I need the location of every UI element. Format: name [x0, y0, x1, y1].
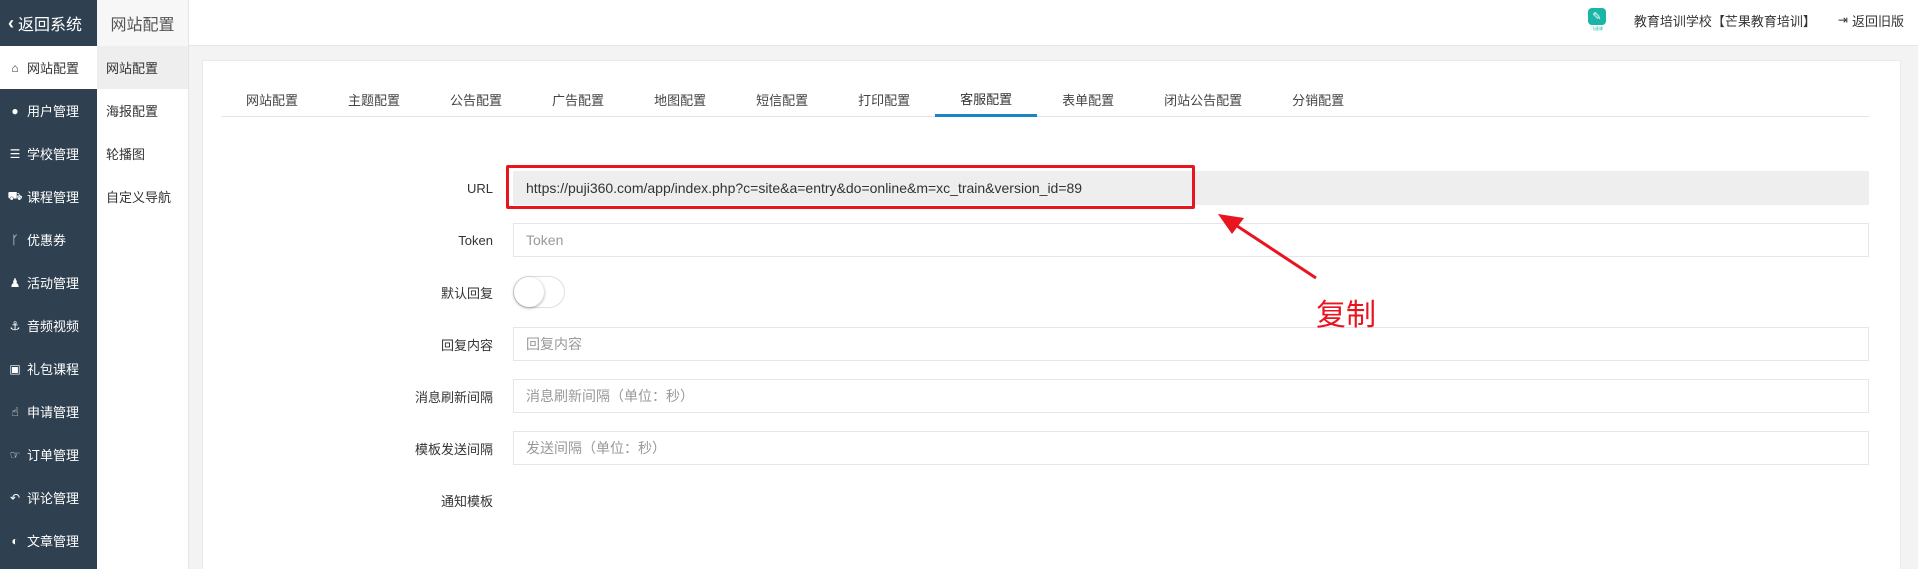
reply-content-label: 回复内容 [440, 337, 493, 353]
sidebar-item-label: 优惠券 [27, 233, 67, 248]
notify-template-row: 通知模板 [203, 483, 1902, 517]
template-interval-label: 模板发送间隔 [414, 441, 493, 457]
sidebar-item-site-config[interactable]: ⌂ 网站配置 [0, 46, 97, 89]
cart-icon: ⛟ [7, 188, 23, 203]
tab-closure-notice-config[interactable]: 闭站公告配置 [1139, 82, 1267, 117]
app-logo: ✎ 飞速课 [1586, 8, 1608, 32]
config-panel: 网站配置 主题配置 公告配置 广告配置 地图配置 短信配置 打印配置 客服配置 … [202, 60, 1901, 569]
return-old-version-label: 返回旧版 [1851, 13, 1904, 29]
sidebar-item-label: 礼包课程 [27, 362, 80, 377]
tab-theme-config[interactable]: 主题配置 [323, 82, 425, 117]
template-interval-row: 模板发送间隔 [203, 431, 1902, 465]
top-bar: ‹ 返回系统 网站配置 ✎ 飞速课 教育培训学校【芒果教育培训】 ⇥ 返回旧版 [0, 0, 1918, 46]
default-reply-toggle[interactable] [513, 276, 565, 308]
tab-distribution-config[interactable]: 分销配置 [1267, 82, 1369, 117]
subnav-item-site-config[interactable]: 网站配置 [97, 46, 188, 89]
sidebar-item-label: 用户管理 [27, 104, 80, 119]
subnav-item-carousel[interactable]: 轮播图 [97, 132, 188, 175]
sidebar-item-schools[interactable]: ☰ 学校管理 [0, 132, 97, 175]
sidebar-item-applications[interactable]: ☝ 申请管理 [0, 390, 97, 433]
branch-icon: ᚴ [11, 232, 19, 247]
default-reply-row: 默认回复 [203, 275, 1902, 309]
sidebar-item-label: 文章管理 [27, 534, 80, 549]
half-circle-icon: ◐ [11, 533, 19, 548]
reply-icon: ↶ [9, 490, 21, 505]
sidebar-item-label: 活动管理 [27, 276, 80, 291]
home-icon: ⌂ [11, 60, 19, 75]
logo-caption: 飞速课 [1590, 26, 1603, 31]
tab-map-config[interactable]: 地图配置 [629, 82, 731, 117]
sidebar-item-label: 评论管理 [27, 491, 80, 506]
copy-annotation: 复制 [1316, 298, 1376, 333]
server-icon: ☰ [9, 146, 21, 161]
sidebar-item-label: 订单管理 [27, 448, 80, 463]
main-sidebar: ⌂ 网站配置 ● 用户管理 ☰ 学校管理 ⛟ 课程管理 ᚴ 优惠券 ♟ 活动管理 ⚓ 音频视频… [0, 46, 97, 569]
sidebar-item-label: 音频视频 [27, 319, 80, 334]
chevron-left-icon: ‹ [8, 12, 14, 33]
tab-print-config[interactable]: 打印配置 [833, 82, 935, 117]
tab-form-config[interactable]: 表单配置 [1037, 82, 1139, 117]
sidebar-item-label: 申请管理 [27, 405, 80, 420]
hand-icon: ☝ [11, 404, 19, 419]
back-to-system-label: 返回系统 [18, 17, 83, 34]
refresh-interval-label: 消息刷新间隔 [414, 389, 493, 405]
url-highlight-box [506, 165, 1195, 209]
sidebar-item-orders[interactable]: ☞ 订单管理 [0, 433, 97, 476]
tab-notice-config[interactable]: 公告配置 [425, 82, 527, 117]
top-right-area: ✎ 飞速课 教育培训学校【芒果教育培训】 ⇥ 返回旧版 [1586, 0, 1904, 40]
sidebar-item-comments[interactable]: ↶ 评论管理 [0, 476, 97, 519]
user-icon: ● [11, 103, 19, 118]
config-tabs: 网站配置 主题配置 公告配置 广告配置 地图配置 短信配置 打印配置 客服配置 … [221, 82, 1869, 117]
thumbs-icon: ☞ [9, 447, 21, 462]
token-row: Token [203, 223, 1902, 257]
sign-out-icon: ⇥ [1837, 13, 1848, 27]
sub-sidebar: 网站配置 海报配置 轮播图 自定义导航 [97, 46, 189, 569]
tab-site-config[interactable]: 网站配置 [221, 82, 323, 117]
sidebar-item-users[interactable]: ● 用户管理 [0, 89, 97, 132]
annotation-arrow-icon [1218, 214, 1317, 280]
page-title: 网站配置 [97, 0, 189, 46]
template-interval-input[interactable] [513, 431, 1869, 465]
sidebar-item-articles[interactable]: ◐ 文章管理 [0, 519, 97, 562]
subnav-item-custom-nav[interactable]: 自定义导航 [97, 175, 188, 218]
sidebar-item-gift-courses[interactable]: ▣ 礼包课程 [0, 347, 97, 390]
token-input[interactable] [513, 223, 1869, 257]
gift-icon: ▣ [9, 361, 21, 376]
sidebar-item-courses[interactable]: ⛟ 课程管理 [0, 175, 97, 218]
tab-ad-config[interactable]: 广告配置 [527, 82, 629, 117]
anchor-icon: ⚓ [9, 318, 21, 333]
return-old-version-link[interactable]: ⇥ 返回旧版 [1838, 11, 1904, 30]
token-label: Token [458, 232, 493, 248]
refresh-interval-input[interactable] [513, 379, 1869, 413]
sidebar-item-coupons[interactable]: ᚴ 优惠券 [0, 218, 97, 261]
toggle-knob [514, 277, 544, 307]
sidebar-item-label: 学校管理 [27, 147, 80, 162]
sidebar-item-label: 网站配置 [27, 61, 80, 76]
notify-template-label: 通知模板 [440, 493, 493, 509]
default-reply-label: 默认回复 [440, 285, 493, 301]
school-name: 教育培训学校【芒果教育培训】 [1633, 13, 1816, 29]
reply-content-input[interactable] [513, 327, 1869, 361]
tab-customer-service-config[interactable]: 客服配置 [935, 82, 1038, 117]
sidebar-item-activities[interactable]: ♟ 活动管理 [0, 261, 97, 304]
tab-sms-config[interactable]: 短信配置 [731, 82, 833, 117]
url-label: URL [466, 180, 493, 196]
subnav-item-poster-config[interactable]: 海报配置 [97, 89, 188, 132]
edit-icon: ✎ [1587, 8, 1606, 25]
sidebar-item-label: 课程管理 [27, 190, 80, 205]
users-icon: ♟ [9, 275, 21, 290]
back-to-system-button[interactable]: ‹ 返回系统 [0, 0, 97, 46]
sidebar-item-media[interactable]: ⚓ 音频视频 [0, 304, 97, 347]
reply-content-row: 回复内容 [203, 327, 1902, 361]
refresh-interval-row: 消息刷新间隔 [203, 379, 1902, 413]
